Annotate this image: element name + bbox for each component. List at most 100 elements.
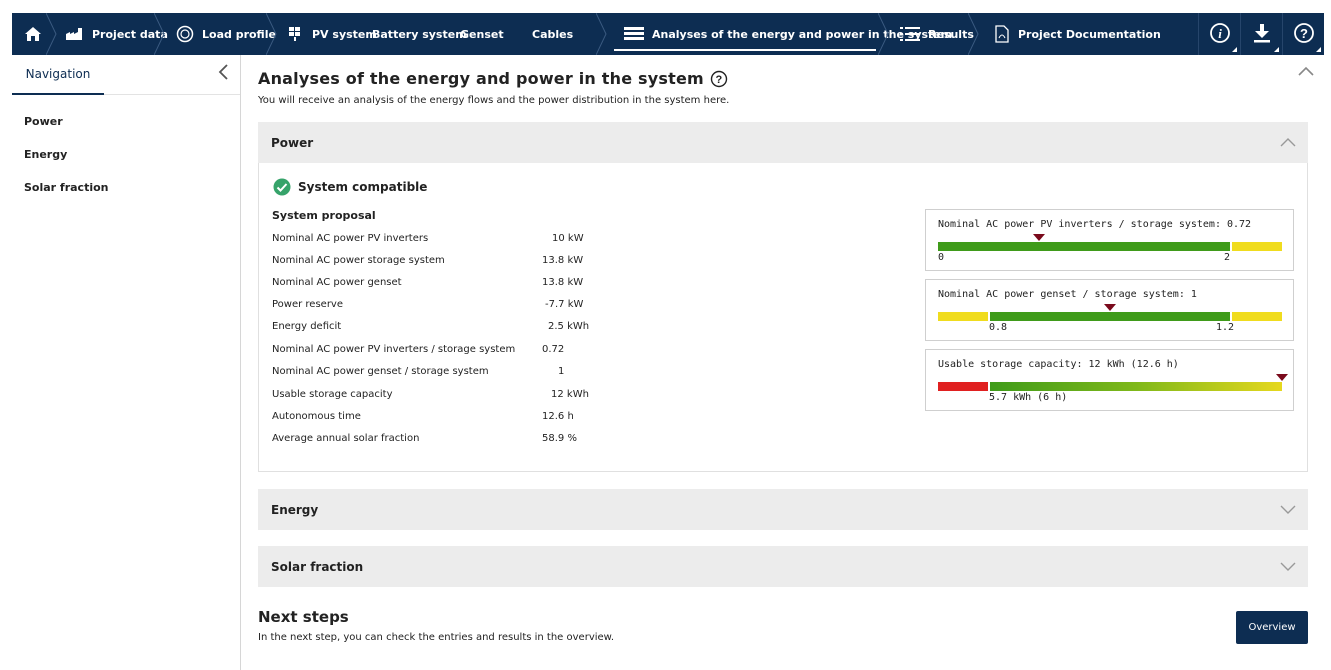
- chevron-down-icon: [1280, 503, 1296, 515]
- gauge-label-min: 0: [938, 252, 945, 263]
- gauge-bar: [938, 382, 1282, 391]
- nav-results[interactable]: Results: [886, 13, 979, 55]
- gauge-segment-yellow: [938, 312, 988, 321]
- gauge-pv-storage-ratio: Nominal AC power PV inverters / storage …: [925, 209, 1294, 271]
- nav-pv-system[interactable]: PV system: [274, 13, 377, 55]
- proposal-row-label: Nominal AC power PV inverters / storage …: [272, 344, 516, 355]
- proposal-row-value: 12 kWh: [551, 389, 589, 400]
- top-navigation: Project data Load profile PV system Batt…: [12, 13, 1324, 55]
- nav-battery-system[interactable]: Battery system: [366, 13, 467, 55]
- proposal-row-value: 10 kW: [552, 233, 584, 244]
- download-button[interactable]: [1240, 13, 1282, 55]
- proposal-row: Average annual solar fraction 58.9 %: [272, 433, 602, 447]
- chevron-up-icon: [1280, 136, 1296, 148]
- gauge-marker: [1033, 234, 1045, 241]
- gauge-segment-red: [938, 382, 988, 391]
- proposal-row-label: Energy deficit: [272, 321, 342, 332]
- gauge-genset-storage-ratio: Nominal AC power genset / storage system…: [925, 279, 1294, 341]
- help-circle-icon[interactable]: ?: [710, 70, 728, 88]
- proposal-row: Nominal AC power genset 13.8 kW: [272, 277, 602, 291]
- page-subtitle: You will receive an analysis of the ener…: [258, 95, 730, 106]
- gauge-bar: [938, 312, 1282, 321]
- proposal-row-label: Nominal AC power genset / storage system: [272, 366, 489, 377]
- accordion-power-panel: System compatible System proposal Nomina…: [258, 163, 1308, 472]
- gauge-usable-storage-capacity: Usable storage capacity: 12 kWh (12.6 h)…: [925, 349, 1294, 411]
- sidebar-item-power[interactable]: Power: [12, 105, 240, 138]
- info-button[interactable]: i: [1198, 13, 1240, 55]
- gauge-label-max: 1.2: [1216, 322, 1235, 333]
- system-proposal-title: System proposal: [272, 209, 376, 222]
- proposal-row: Power reserve -7.7 kW: [272, 299, 602, 313]
- info-icon: i: [1209, 22, 1231, 47]
- sidebar-item-solar-fraction[interactable]: Solar fraction: [12, 171, 240, 204]
- accordion-power-header[interactable]: Power: [258, 122, 1308, 163]
- dropdown-corner-icon: [1316, 47, 1321, 52]
- accordion-energy-header[interactable]: Energy: [258, 489, 1308, 530]
- analysis-icon: [624, 27, 644, 41]
- proposal-row-value: 13.8 kW: [542, 255, 584, 266]
- proposal-row: Autonomous time 12.6 h: [272, 411, 602, 425]
- proposal-row: Nominal AC power PV inverters / storage …: [272, 344, 602, 358]
- nav-project-data[interactable]: Project data: [54, 13, 168, 55]
- next-steps-title: Next steps: [258, 608, 349, 626]
- proposal-row: Energy deficit 2.5 kWh: [272, 321, 602, 335]
- dropdown-corner-icon: [1232, 47, 1237, 52]
- accordion-energy-title: Energy: [271, 502, 319, 517]
- sidebar-title[interactable]: Navigation: [12, 55, 104, 95]
- collapse-sidebar-icon[interactable]: [216, 63, 232, 81]
- gauge-title: Nominal AC power genset / storage system…: [938, 289, 1197, 300]
- nav-label-results: Results: [928, 27, 974, 41]
- proposal-row-value: 12.6 h: [542, 411, 574, 422]
- accordion-solar-fraction-header[interactable]: Solar fraction: [258, 546, 1308, 587]
- pv-panel-icon: [288, 26, 304, 42]
- sidebar-item-energy[interactable]: Energy: [12, 138, 240, 171]
- gauge-marker: [1276, 374, 1288, 381]
- help-button[interactable]: ?: [1282, 13, 1324, 55]
- nav-home[interactable]: [12, 13, 57, 55]
- sidebar-items: Power Energy Solar fraction: [12, 95, 240, 204]
- dropdown-corner-icon: [1274, 47, 1279, 52]
- nav-label-load-profile: Load profile: [202, 27, 276, 41]
- overview-button[interactable]: Overview: [1236, 611, 1308, 644]
- proposal-row-label: Autonomous time: [272, 411, 361, 422]
- gauge-title: Usable storage capacity: 12 kWh (12.6 h): [938, 359, 1179, 370]
- proposal-row-label: Nominal AC power storage system: [272, 255, 445, 266]
- factory-icon: [66, 28, 84, 40]
- nav-label-project-documentation: Project Documentation: [1018, 27, 1161, 41]
- proposal-row-value: -7.7 kW: [545, 299, 584, 310]
- check-circle-icon: [273, 178, 291, 196]
- pdf-icon: [994, 25, 1010, 43]
- gauge-segment-green: [938, 242, 1230, 251]
- gauge-title: Nominal AC power PV inverters / storage …: [938, 219, 1252, 230]
- compatibility-status: System compatible: [273, 178, 427, 196]
- nav-cables[interactable]: Cables: [514, 13, 607, 55]
- proposal-row: Nominal AC power storage system 13.8 kW: [272, 255, 602, 269]
- gauge-marker: [1104, 304, 1116, 311]
- proposal-row-value: 13.8 kW: [542, 277, 584, 288]
- download-icon: [1253, 23, 1271, 46]
- collapse-all-chevron-up-icon[interactable]: [1298, 65, 1314, 77]
- chevron-down-icon: [1280, 560, 1296, 572]
- active-tab-indicator: [614, 49, 876, 51]
- proposal-row-value: 1: [558, 366, 565, 377]
- nav-load-profile[interactable]: Load profile: [162, 13, 277, 55]
- nav-genset[interactable]: Genset: [452, 13, 514, 55]
- list-icon: [900, 26, 920, 42]
- nav-analyses[interactable]: Analyses of the energy and power in the …: [604, 13, 952, 55]
- page-title-text: Analyses of the energy and power in the …: [258, 69, 704, 88]
- proposal-row: Nominal AC power genset / storage system…: [272, 366, 602, 380]
- proposal-row-label: Nominal AC power PV inverters: [272, 233, 429, 244]
- load-profile-icon: [176, 25, 194, 43]
- next-steps-text: In the next step, you can check the entr…: [258, 632, 615, 643]
- svg-text:?: ?: [1300, 26, 1308, 41]
- gauge-label-min: 0.8: [989, 322, 1008, 333]
- nav-label-cables: Cables: [532, 27, 574, 41]
- gauge-label-max: 2: [1224, 252, 1231, 263]
- proposal-row-label: Average annual solar fraction: [272, 433, 420, 444]
- gauge-segment-green: [990, 312, 1230, 321]
- sidebar: Navigation Power Energy Solar fraction: [12, 55, 241, 670]
- proposal-row-value: 58.9 %: [542, 433, 577, 444]
- proposal-row-label: Nominal AC power genset: [272, 277, 402, 288]
- nav-project-documentation[interactable]: Project Documentation: [976, 13, 1176, 55]
- proposal-row-value: 2.5 kWh: [548, 321, 590, 332]
